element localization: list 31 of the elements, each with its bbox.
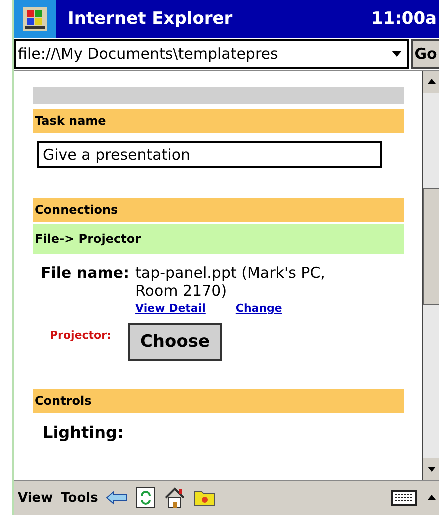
field-label: File name: xyxy=(41,264,130,284)
keyboard-icon[interactable] xyxy=(391,490,417,506)
caret-up-icon[interactable] xyxy=(425,488,437,508)
refresh-icon[interactable] xyxy=(136,487,156,509)
link[interactable]: View Detail xyxy=(136,302,206,315)
go-button[interactable]: Go xyxy=(411,39,439,69)
windows-flag-icon xyxy=(22,6,48,32)
home-icon[interactable] xyxy=(164,487,186,509)
start-button[interactable] xyxy=(14,0,56,38)
dropdown-icon[interactable] xyxy=(392,51,402,57)
address-field[interactable]: file://\My Documents\templatepres xyxy=(14,39,409,69)
section-header: Task name xyxy=(33,109,404,133)
section-header: Controls xyxy=(33,389,404,413)
subsection-header: File-> Projector xyxy=(33,224,404,254)
back-arrow-icon[interactable] xyxy=(106,491,128,505)
link[interactable]: Change xyxy=(236,302,282,315)
menu-item[interactable]: Tools xyxy=(61,490,98,506)
clock: 11:00a xyxy=(371,9,437,29)
folder-icon[interactable] xyxy=(194,489,216,507)
scroll-thumb[interactable] xyxy=(423,188,439,305)
scroll-up-icon[interactable] xyxy=(423,71,439,93)
scrollbar[interactable] xyxy=(422,71,439,480)
choose-button[interactable]: Choose xyxy=(128,323,222,361)
item-label: Lighting: xyxy=(43,423,125,442)
window-title: Internet Explorer xyxy=(68,9,234,29)
section-header: Connections xyxy=(33,198,404,222)
menu-item[interactable]: View xyxy=(18,490,54,506)
field-label: Projector: xyxy=(50,329,112,342)
file-name-text: tap-panel.ppt (Mark's PC, Room 2170) xyxy=(136,264,326,300)
text-field[interactable]: Give a presentation xyxy=(37,141,382,168)
scroll-down-icon[interactable] xyxy=(423,458,439,480)
